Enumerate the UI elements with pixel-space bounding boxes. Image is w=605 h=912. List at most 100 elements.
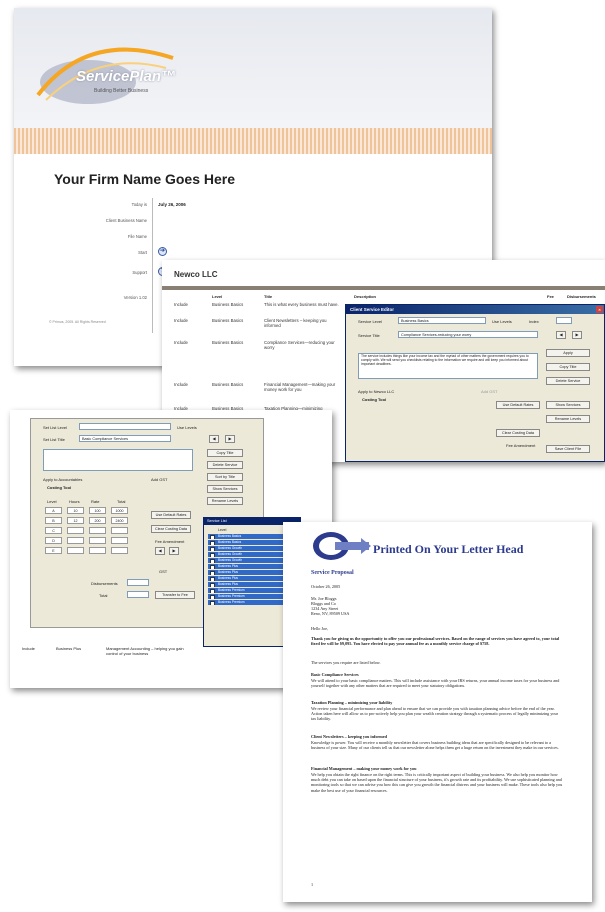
apply-checkbox[interactable]: Apply to Accountables xyxy=(43,477,82,482)
close-icon[interactable]: × xyxy=(596,306,603,313)
row-include[interactable]: Include xyxy=(22,646,35,651)
letterhead-title: Printed On Your Letter Head xyxy=(373,542,524,556)
grid-cell[interactable]: D xyxy=(45,537,62,544)
service-title-field[interactable]: Compliance Services-reducing your worry xyxy=(398,331,538,338)
grid-cell[interactable]: C xyxy=(45,527,62,534)
col-head-level: Level xyxy=(47,499,57,504)
grid-cell[interactable] xyxy=(111,547,128,554)
grid-cell[interactable] xyxy=(89,547,106,554)
prev-button[interactable]: ◀ xyxy=(209,435,219,443)
next-button[interactable]: ▶ xyxy=(572,331,582,339)
row-include[interactable]: Include xyxy=(174,302,188,307)
clear-costing-data-button[interactable]: Clear Costing Data xyxy=(496,429,540,437)
grid-cell[interactable] xyxy=(111,537,128,544)
grid-cell[interactable] xyxy=(89,527,106,534)
clear-costing-data-button[interactable]: Clear Costing Data xyxy=(151,525,191,533)
dialog-titlebar: Client Service Editor × xyxy=(346,305,604,314)
divider xyxy=(152,198,153,333)
grid-cell[interactable] xyxy=(67,537,84,544)
grid-cell[interactable]: A xyxy=(45,507,62,514)
description-field[interactable] xyxy=(43,449,193,471)
grid-cell[interactable]: 1000 xyxy=(111,507,128,514)
description-field[interactable]: The service includes things like your in… xyxy=(358,353,538,379)
delete-service-button[interactable]: Delete Service xyxy=(546,377,590,385)
row-level: Business Basics xyxy=(212,382,244,387)
grid-cell[interactable]: 100 xyxy=(89,507,106,514)
label-start: Start xyxy=(138,250,147,255)
use-default-rates-button[interactable]: Use Default Rates xyxy=(496,401,540,409)
show-services-button[interactable]: Show Services xyxy=(207,485,243,493)
grid-cell[interactable] xyxy=(67,547,84,554)
grid-cell[interactable]: 2400 xyxy=(111,517,128,524)
prev-button[interactable]: ◀ xyxy=(155,547,165,555)
start-arrow-icon[interactable]: ➔ xyxy=(158,247,167,256)
row-include[interactable]: Include xyxy=(174,340,188,345)
row-level: Business Basics xyxy=(212,302,244,307)
letterhead-logo xyxy=(313,532,371,560)
gst-label: GST xyxy=(159,569,168,574)
list-intro: The services you require are listed belo… xyxy=(311,660,381,665)
section-heading: Taxation Planning – minimizing your liab… xyxy=(311,700,393,705)
total-field[interactable] xyxy=(127,591,149,598)
grid-cell[interactable]: 200 xyxy=(89,517,106,524)
add-gst-checkbox[interactable]: Add GST xyxy=(151,477,167,482)
next-button[interactable]: ▶ xyxy=(225,435,235,443)
use-default-rates-button[interactable]: Use Default Rates xyxy=(151,511,191,519)
use-levels-checkbox[interactable]: Use Levels xyxy=(492,319,512,324)
disbursements-field[interactable] xyxy=(127,579,149,586)
section-paragraph: We help you obtain the right finance on … xyxy=(311,772,563,793)
logo-text: ServicePlan™ xyxy=(76,68,177,85)
apply-to-newco-checkbox[interactable]: Apply to Newco LLC xyxy=(358,389,394,394)
copy-title-button[interactable]: Copy Title xyxy=(546,363,590,371)
grid-cell[interactable] xyxy=(111,527,128,534)
service-level-select[interactable]: Business Basics xyxy=(398,317,486,324)
service-title-label: Service Title xyxy=(358,333,380,338)
sheet-title: Newco LLC xyxy=(174,270,218,279)
label-client-name: Client Business Name xyxy=(105,218,147,223)
row-include[interactable]: Include xyxy=(174,318,188,323)
grid-cell[interactable]: 12 xyxy=(67,517,84,524)
next-button[interactable]: ▶ xyxy=(169,547,179,555)
section-paragraph: We will attend to your basic compliance … xyxy=(311,678,560,689)
rename-levels-button[interactable]: Rename Levels xyxy=(207,497,243,505)
rename-levels-button[interactable]: Rename Levels xyxy=(546,415,590,423)
col-header-fee: Fee xyxy=(547,294,554,299)
add-gst-checkbox[interactable]: Add GST xyxy=(481,389,497,394)
total-label: Total xyxy=(99,593,108,598)
row-title: Financial Management—making your money w… xyxy=(264,382,336,392)
letter-date: October 26, 2005 xyxy=(311,584,341,589)
apply-button[interactable]: Apply xyxy=(546,349,590,357)
index-field[interactable] xyxy=(556,317,572,324)
grid-cell[interactable] xyxy=(89,537,106,544)
proposal-title: Service Proposal xyxy=(311,570,354,576)
costing-tool-label: Costing Tool xyxy=(47,485,72,490)
copy-title-button[interactable]: Copy Title xyxy=(207,449,243,457)
use-levels-checkbox[interactable]: Use Levels xyxy=(177,425,197,430)
list-level-select[interactable] xyxy=(79,423,171,430)
fee-amendment-label: Fee Amendment xyxy=(155,539,185,544)
greeting: Hello Joe, xyxy=(311,626,328,631)
delete-service-button[interactable]: Delete Service xyxy=(207,461,243,469)
label-support: Support xyxy=(132,270,147,275)
index-label: Index xyxy=(529,319,539,324)
list-title-field[interactable]: Basic Compliance Services xyxy=(79,435,171,442)
disbursements-label: Disbursements xyxy=(91,581,118,586)
show-services-button[interactable]: Show Services xyxy=(546,401,590,409)
sort-by-title-button[interactable]: Sort by Title xyxy=(207,473,243,481)
col-header-title: Title xyxy=(264,294,273,299)
transfer-to-fee-button[interactable]: Transfer to Fee xyxy=(155,591,195,599)
section-heading: Financial Management – making your money… xyxy=(311,766,417,771)
grid-cell[interactable] xyxy=(67,527,84,534)
label-file-name: File Name xyxy=(127,234,147,239)
grid-cell[interactable]: B xyxy=(45,517,62,524)
fee-amendment-label: Fee Amendment xyxy=(506,443,536,448)
row-level: Business Basics xyxy=(212,340,244,345)
label-version: Version 1.02 xyxy=(123,295,147,300)
copyright: © Primus, 2005. All Rights Reserved xyxy=(49,320,106,324)
grid-cell[interactable]: E xyxy=(45,547,62,554)
prev-button[interactable]: ◀ xyxy=(556,331,566,339)
save-client-file-button[interactable]: Save Client File xyxy=(546,445,590,453)
row-include[interactable]: Include xyxy=(174,382,188,387)
grid-cell[interactable]: 10 xyxy=(67,507,84,514)
label-today: Today is xyxy=(131,202,147,207)
